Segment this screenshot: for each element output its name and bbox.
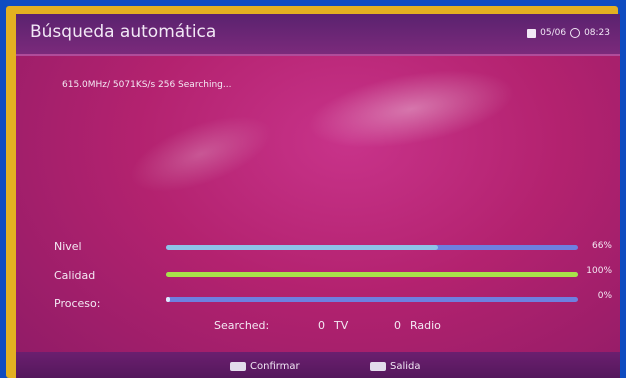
exit-label: Salida <box>390 361 421 372</box>
ok-key-icon <box>230 362 246 371</box>
footer-bar: Confirmar Salida <box>16 352 620 378</box>
progress-bar-fill <box>166 297 170 302</box>
confirm-button[interactable]: Confirmar <box>230 361 300 372</box>
header-datetime: 05/06 08:23 <box>527 28 610 38</box>
screen-glare-secondary <box>120 100 282 208</box>
exit-button[interactable]: Salida <box>370 361 421 372</box>
progress-label: Proceso: <box>54 297 101 310</box>
tv-screen: Búsqueda automática 05/06 08:23 615.0MHz… <box>16 14 620 378</box>
clock-icon <box>570 28 581 38</box>
page-title: Búsqueda automática <box>30 22 217 42</box>
radio-label: Radio <box>410 319 441 332</box>
confirm-label: Confirmar <box>250 361 300 372</box>
quality-label: Calidad <box>54 269 96 282</box>
level-bar-fill <box>166 245 438 250</box>
level-label: Nivel <box>54 240 82 253</box>
progress-percent: 0% <box>597 291 612 301</box>
scan-status: 615.0MHz/ 5071KS/s 256 Searching... <box>62 80 232 90</box>
time-text: 08:23 <box>584 28 610 38</box>
calendar-icon <box>527 28 537 38</box>
level-percent: 66% <box>591 241 612 251</box>
progress-bar <box>166 297 578 302</box>
date-text: 05/06 <box>540 28 567 38</box>
screen-glare <box>301 56 521 162</box>
tv-count: 0 <box>318 319 325 332</box>
quality-bar <box>166 272 578 277</box>
radio-count: 0 <box>394 319 401 332</box>
header-bar: Búsqueda automática 05/06 08:23 <box>16 14 620 56</box>
exit-key-icon <box>370 362 386 371</box>
quality-bar-fill <box>166 272 578 277</box>
tv-label: TV <box>334 319 349 332</box>
quality-percent: 100% <box>586 266 612 276</box>
searched-label: Searched: <box>214 319 270 332</box>
level-bar <box>166 245 578 250</box>
